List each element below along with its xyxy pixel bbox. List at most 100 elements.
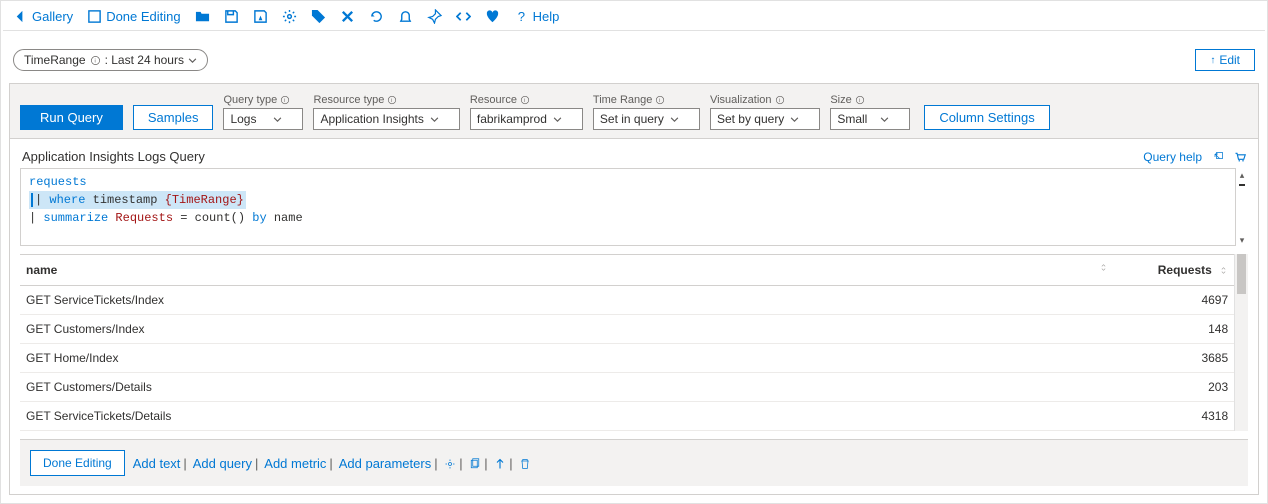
chevron-down-icon xyxy=(273,115,282,124)
add-metric-link[interactable]: Add metric xyxy=(264,456,326,471)
cell-name: GET Customers/Index xyxy=(20,315,1114,344)
chevron-down-icon xyxy=(188,56,197,65)
footer-links: Add text| Add query| Add metric| Add par… xyxy=(133,456,532,471)
done-editing-button[interactable]: Done Editing xyxy=(87,9,180,24)
back-icon xyxy=(13,9,28,24)
cell-requests: 4697 xyxy=(1114,286,1234,315)
gallery-button[interactable]: Gallery xyxy=(13,9,73,24)
chevron-down-icon xyxy=(430,115,439,124)
edit-button[interactable]: ↑ Edit xyxy=(1195,49,1255,71)
edit-label: Edit xyxy=(1219,53,1240,67)
timerange-pill[interactable]: TimeRange i : Last 24 hours xyxy=(13,49,208,71)
resource-type-label: Resource type xyxy=(313,94,384,106)
help-button[interactable]: ? Help xyxy=(514,9,560,24)
done-editing-label: Done Editing xyxy=(106,9,180,24)
size-group: Size i Small xyxy=(830,94,910,130)
table-row[interactable]: GET Customers/Details203 xyxy=(20,373,1234,402)
cell-name: GET ServiceTickets/Details xyxy=(20,402,1114,431)
table-scrollbar[interactable] xyxy=(1234,254,1248,431)
col-requests-header[interactable]: Requests xyxy=(1114,255,1234,286)
editor-scroll-gutter: ▴ ▾ xyxy=(1236,168,1248,246)
time-range-label: Time Range xyxy=(593,94,653,106)
add-query-link[interactable]: Add query xyxy=(193,456,252,471)
scroll-down-icon[interactable]: ▾ xyxy=(1240,235,1245,246)
up-arrow-icon: ↑ xyxy=(1210,55,1215,66)
table-row[interactable]: GET ServiceTickets/Index4697 xyxy=(20,286,1234,315)
svg-text:i: i xyxy=(659,98,660,104)
move-up-icon[interactable] xyxy=(494,458,506,470)
resource-label: Resource xyxy=(470,94,517,106)
heart-icon[interactable] xyxy=(485,9,500,24)
visualization-select[interactable]: Set by query xyxy=(710,108,820,130)
svg-text:i: i xyxy=(524,98,525,104)
col-name-header[interactable]: name xyxy=(20,255,1114,286)
delete-icon[interactable] xyxy=(519,458,531,470)
info-icon: i xyxy=(387,95,397,105)
timerange-pill-value: : Last 24 hours xyxy=(105,53,184,67)
table-row[interactable]: GET Home/Index3685 xyxy=(20,344,1234,373)
resource-select[interactable]: fabrikamprod xyxy=(470,108,583,130)
table-row[interactable]: GET ServiceTickets/Details4318 xyxy=(20,402,1234,431)
save-icon[interactable] xyxy=(224,9,239,24)
svg-text:i: i xyxy=(859,98,860,104)
clear-icon[interactable] xyxy=(340,9,355,24)
footer-done-editing-button[interactable]: Done Editing xyxy=(30,450,125,476)
time-range-select[interactable]: Set in query xyxy=(593,108,700,130)
cell-requests: 203 xyxy=(1114,373,1234,402)
settings-icon[interactable] xyxy=(282,9,297,24)
open-icon[interactable] xyxy=(195,9,210,24)
resource-type-select[interactable]: Application Insights xyxy=(313,108,459,130)
scroll-handle[interactable] xyxy=(1239,184,1245,186)
gear-icon[interactable] xyxy=(444,458,456,470)
save-as-icon[interactable] xyxy=(253,9,268,24)
help-label: Help xyxy=(533,9,560,24)
block-footer: Done Editing Add text| Add query| Add me… xyxy=(20,439,1248,486)
pin-icon[interactable] xyxy=(427,9,442,24)
svg-text:i: i xyxy=(779,98,780,104)
cell-name: GET Customers/Details xyxy=(20,373,1114,402)
table-row[interactable]: GET Customers/Index148 xyxy=(20,315,1234,344)
info-icon: i xyxy=(280,95,290,105)
query-help-link[interactable]: Query help xyxy=(1143,150,1202,164)
chevron-down-icon xyxy=(880,115,889,124)
timerange-pill-label: TimeRange xyxy=(24,53,86,67)
query-type-select[interactable]: Logs xyxy=(223,108,303,130)
size-label: Size xyxy=(830,94,851,106)
info-icon: i xyxy=(855,95,865,105)
column-settings-button[interactable]: Column Settings xyxy=(924,105,1049,130)
top-toolbar: Gallery Done Editing ? Help xyxy=(3,3,1265,31)
gallery-label: Gallery xyxy=(32,9,73,24)
cell-name: GET ServiceTickets/Index xyxy=(20,286,1114,315)
external-link-icon xyxy=(1212,151,1224,163)
samples-button[interactable]: Samples xyxy=(133,105,214,130)
query-header: Run Query Samples Query typei Logs Resou… xyxy=(10,84,1258,139)
query-label: Application Insights Logs Query xyxy=(22,149,205,164)
copy-icon[interactable] xyxy=(469,458,481,470)
code-icon[interactable] xyxy=(456,9,471,24)
query-block: Run Query Samples Query typei Logs Resou… xyxy=(9,83,1259,495)
sort-icon xyxy=(1099,263,1108,272)
alert-icon[interactable] xyxy=(398,9,413,24)
undo-icon[interactable] xyxy=(369,9,384,24)
query-editor[interactable]: requests | where timestamp {TimeRange} |… xyxy=(20,168,1236,246)
size-select[interactable]: Small xyxy=(830,108,910,130)
add-text-link[interactable]: Add text xyxy=(133,456,181,471)
run-query-button[interactable]: Run Query xyxy=(20,105,123,130)
info-icon: i xyxy=(775,95,785,105)
svg-text:i: i xyxy=(94,58,95,64)
add-parameters-link[interactable]: Add parameters xyxy=(339,456,432,471)
results-table: name Requests GET ServiceTickets/Index46… xyxy=(20,254,1234,431)
scroll-up-icon[interactable]: ▴ xyxy=(1240,170,1245,181)
chevron-down-icon xyxy=(670,115,679,124)
kql-table: requests xyxy=(29,175,87,189)
resource-type-group: Resource type i Application Insights xyxy=(313,94,459,130)
svg-text:i: i xyxy=(391,98,392,104)
cart-icon[interactable] xyxy=(1234,151,1246,163)
scrollbar-thumb[interactable] xyxy=(1237,254,1246,294)
cell-requests: 3685 xyxy=(1114,344,1234,373)
tag-icon[interactable] xyxy=(311,9,326,24)
visualization-label: Visualization xyxy=(710,94,772,106)
query-label-row: Application Insights Logs Query Query he… xyxy=(10,139,1258,168)
help-icon: ? xyxy=(514,9,529,24)
cell-requests: 148 xyxy=(1114,315,1234,344)
